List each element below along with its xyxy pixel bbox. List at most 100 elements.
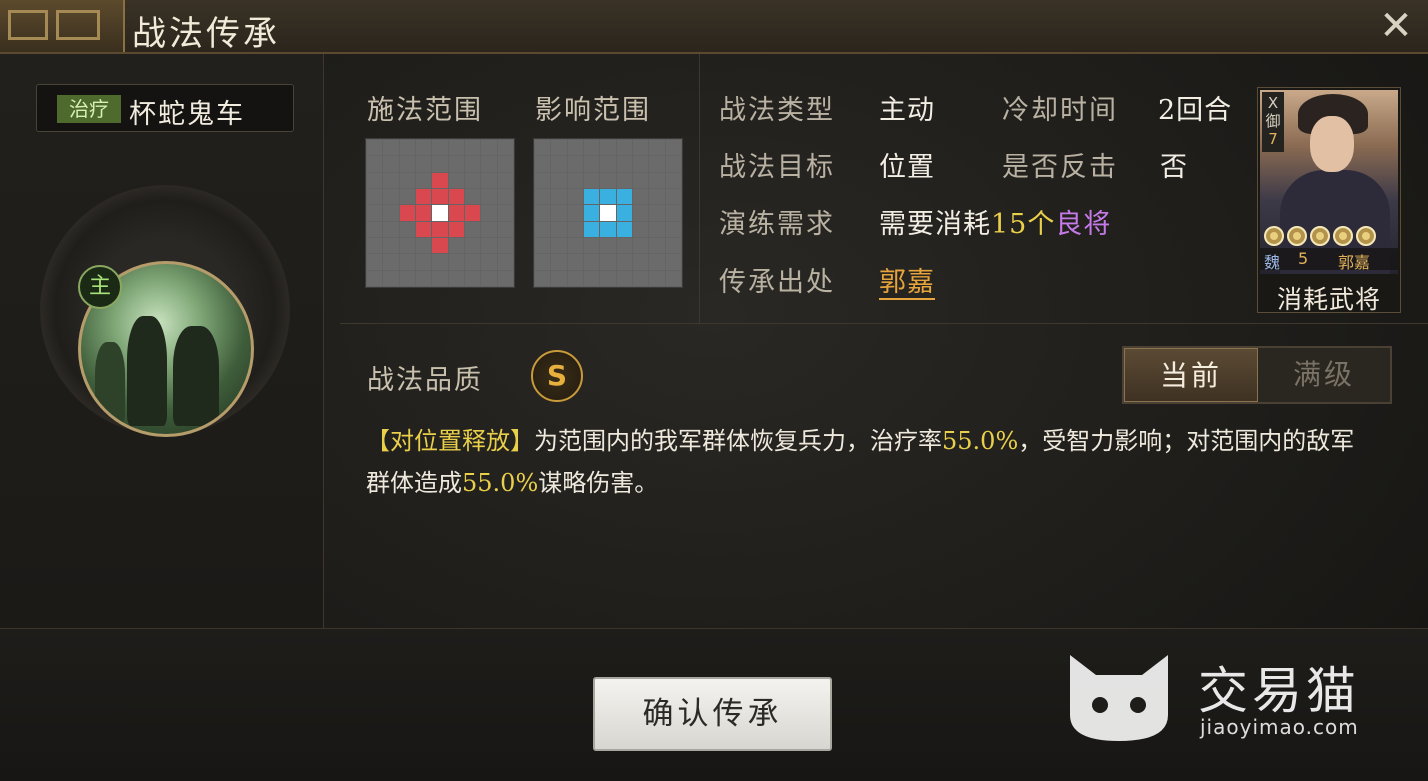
grid-cell bbox=[415, 270, 432, 286]
grid-cell bbox=[481, 221, 497, 237]
grid-cell bbox=[497, 270, 513, 286]
grid-cell bbox=[583, 156, 600, 172]
grid-cell bbox=[551, 172, 567, 188]
grid-cell bbox=[649, 221, 665, 237]
grid-cell bbox=[399, 156, 415, 172]
grid-cell bbox=[551, 270, 567, 286]
cast-range-grid bbox=[365, 138, 515, 288]
grid-cell bbox=[383, 156, 399, 172]
grid-cell bbox=[567, 270, 583, 286]
star-icon bbox=[1333, 226, 1353, 246]
grid-cell bbox=[535, 221, 551, 237]
source-general-link[interactable]: 郭嘉 bbox=[879, 267, 935, 300]
grid-cell bbox=[497, 140, 513, 156]
grid-cell bbox=[583, 254, 600, 270]
grid-cell bbox=[600, 172, 616, 188]
skill-description: 【对位置释放】为范围内的我军群体恢复兵力，治疗率55.0%，受智力影响；对范围内… bbox=[366, 420, 1366, 504]
grid-active-cell bbox=[415, 221, 432, 237]
grid-cell bbox=[399, 188, 415, 205]
general-level: 5 bbox=[1298, 249, 1309, 268]
divider-horizontal bbox=[340, 323, 1428, 324]
grid-cell bbox=[632, 188, 649, 205]
grid-cell bbox=[464, 140, 481, 156]
grid-cell bbox=[383, 221, 399, 237]
grid-cell bbox=[535, 237, 551, 254]
grid-active-cell bbox=[399, 205, 415, 221]
grid-cell bbox=[415, 237, 432, 254]
consume-general-card[interactable]: X 御 7 魏 5 郭嘉 消耗武将 bbox=[1257, 87, 1401, 314]
grid-cell bbox=[481, 270, 497, 286]
grid-cell bbox=[583, 237, 600, 254]
grid-cell bbox=[583, 270, 600, 286]
grid-cell bbox=[481, 254, 497, 270]
grid-cell bbox=[665, 172, 681, 188]
grid-cell bbox=[497, 205, 513, 221]
general-meta: 魏 5 郭嘉 bbox=[1260, 248, 1398, 272]
source-value[interactable]: 郭嘉 bbox=[879, 260, 935, 300]
grid-cell bbox=[383, 140, 399, 156]
practice-prefix: 需要消耗 bbox=[879, 209, 991, 240]
grid-cell bbox=[600, 156, 616, 172]
grid-active-cell bbox=[415, 205, 432, 221]
toggle-current[interactable]: 当前 bbox=[1124, 348, 1258, 402]
grid-cell bbox=[632, 237, 649, 254]
grid-active-cell bbox=[448, 188, 464, 205]
grid-cell bbox=[464, 156, 481, 172]
grid-cell bbox=[432, 140, 448, 156]
star-icon bbox=[1310, 226, 1330, 246]
grid-cell bbox=[567, 188, 583, 205]
star-icon bbox=[1264, 226, 1284, 246]
grid-cell bbox=[497, 156, 513, 172]
confirm-inherit-button[interactable]: 确认传承 bbox=[593, 677, 832, 751]
desc-trigger: 【对位置释放】 bbox=[366, 427, 534, 455]
consume-general-caption: 消耗武将 bbox=[1276, 285, 1381, 314]
troop-type-text: 御 bbox=[1265, 112, 1281, 130]
grid-cell bbox=[616, 172, 632, 188]
cooldown-value: 2回合 bbox=[1158, 95, 1233, 126]
grid-active-cell bbox=[583, 205, 600, 221]
grid-cell bbox=[399, 172, 415, 188]
grid-cell bbox=[649, 140, 665, 156]
troop-type-icon: X bbox=[1267, 94, 1279, 112]
grid-cell bbox=[399, 270, 415, 286]
grid-cell bbox=[399, 140, 415, 156]
grid-cell bbox=[464, 237, 481, 254]
grid-cell bbox=[367, 156, 383, 172]
grid-center-cell bbox=[432, 205, 448, 221]
grid-cell bbox=[415, 254, 432, 270]
grid-cell bbox=[632, 140, 649, 156]
grid-cell bbox=[551, 156, 567, 172]
grid-active-cell bbox=[600, 188, 616, 205]
cast-range-label: 施法范围 bbox=[367, 95, 483, 126]
grid-cell bbox=[649, 237, 665, 254]
grid-cell bbox=[665, 270, 681, 286]
grid-cell bbox=[665, 188, 681, 205]
grid-cell bbox=[567, 140, 583, 156]
grid-cell bbox=[448, 270, 464, 286]
grid-active-cell bbox=[616, 221, 632, 237]
grid-cell bbox=[583, 140, 600, 156]
cooldown-label: 冷却时间 bbox=[1002, 95, 1118, 126]
grid-cell bbox=[632, 270, 649, 286]
desc-part1: 为范围内的我军群体恢复兵力，治疗率 bbox=[534, 427, 942, 455]
grid-cell bbox=[665, 221, 681, 237]
grid-cell bbox=[665, 237, 681, 254]
title-bar: 战法传承 ✕ bbox=[0, 0, 1428, 54]
grid-cell bbox=[367, 254, 383, 270]
grid-cell bbox=[649, 254, 665, 270]
grid-cell bbox=[448, 140, 464, 156]
grid-active-cell bbox=[415, 188, 432, 205]
grid-cell bbox=[632, 172, 649, 188]
close-icon[interactable]: ✕ bbox=[1374, 4, 1418, 48]
grid-cell bbox=[383, 172, 399, 188]
quality-grade-badge: S bbox=[531, 350, 583, 402]
grid-cell bbox=[600, 237, 616, 254]
toggle-max-level[interactable]: 满级 bbox=[1258, 348, 1390, 402]
grid-cell bbox=[600, 270, 616, 286]
practice-item: 良将 bbox=[1055, 209, 1112, 240]
grid-cell bbox=[665, 205, 681, 221]
grid-cell bbox=[535, 205, 551, 221]
grid-cell bbox=[448, 254, 464, 270]
skill-name-box: 治疗 杯蛇鬼车 bbox=[36, 84, 294, 132]
troop-type-badge: X 御 7 bbox=[1262, 92, 1284, 152]
